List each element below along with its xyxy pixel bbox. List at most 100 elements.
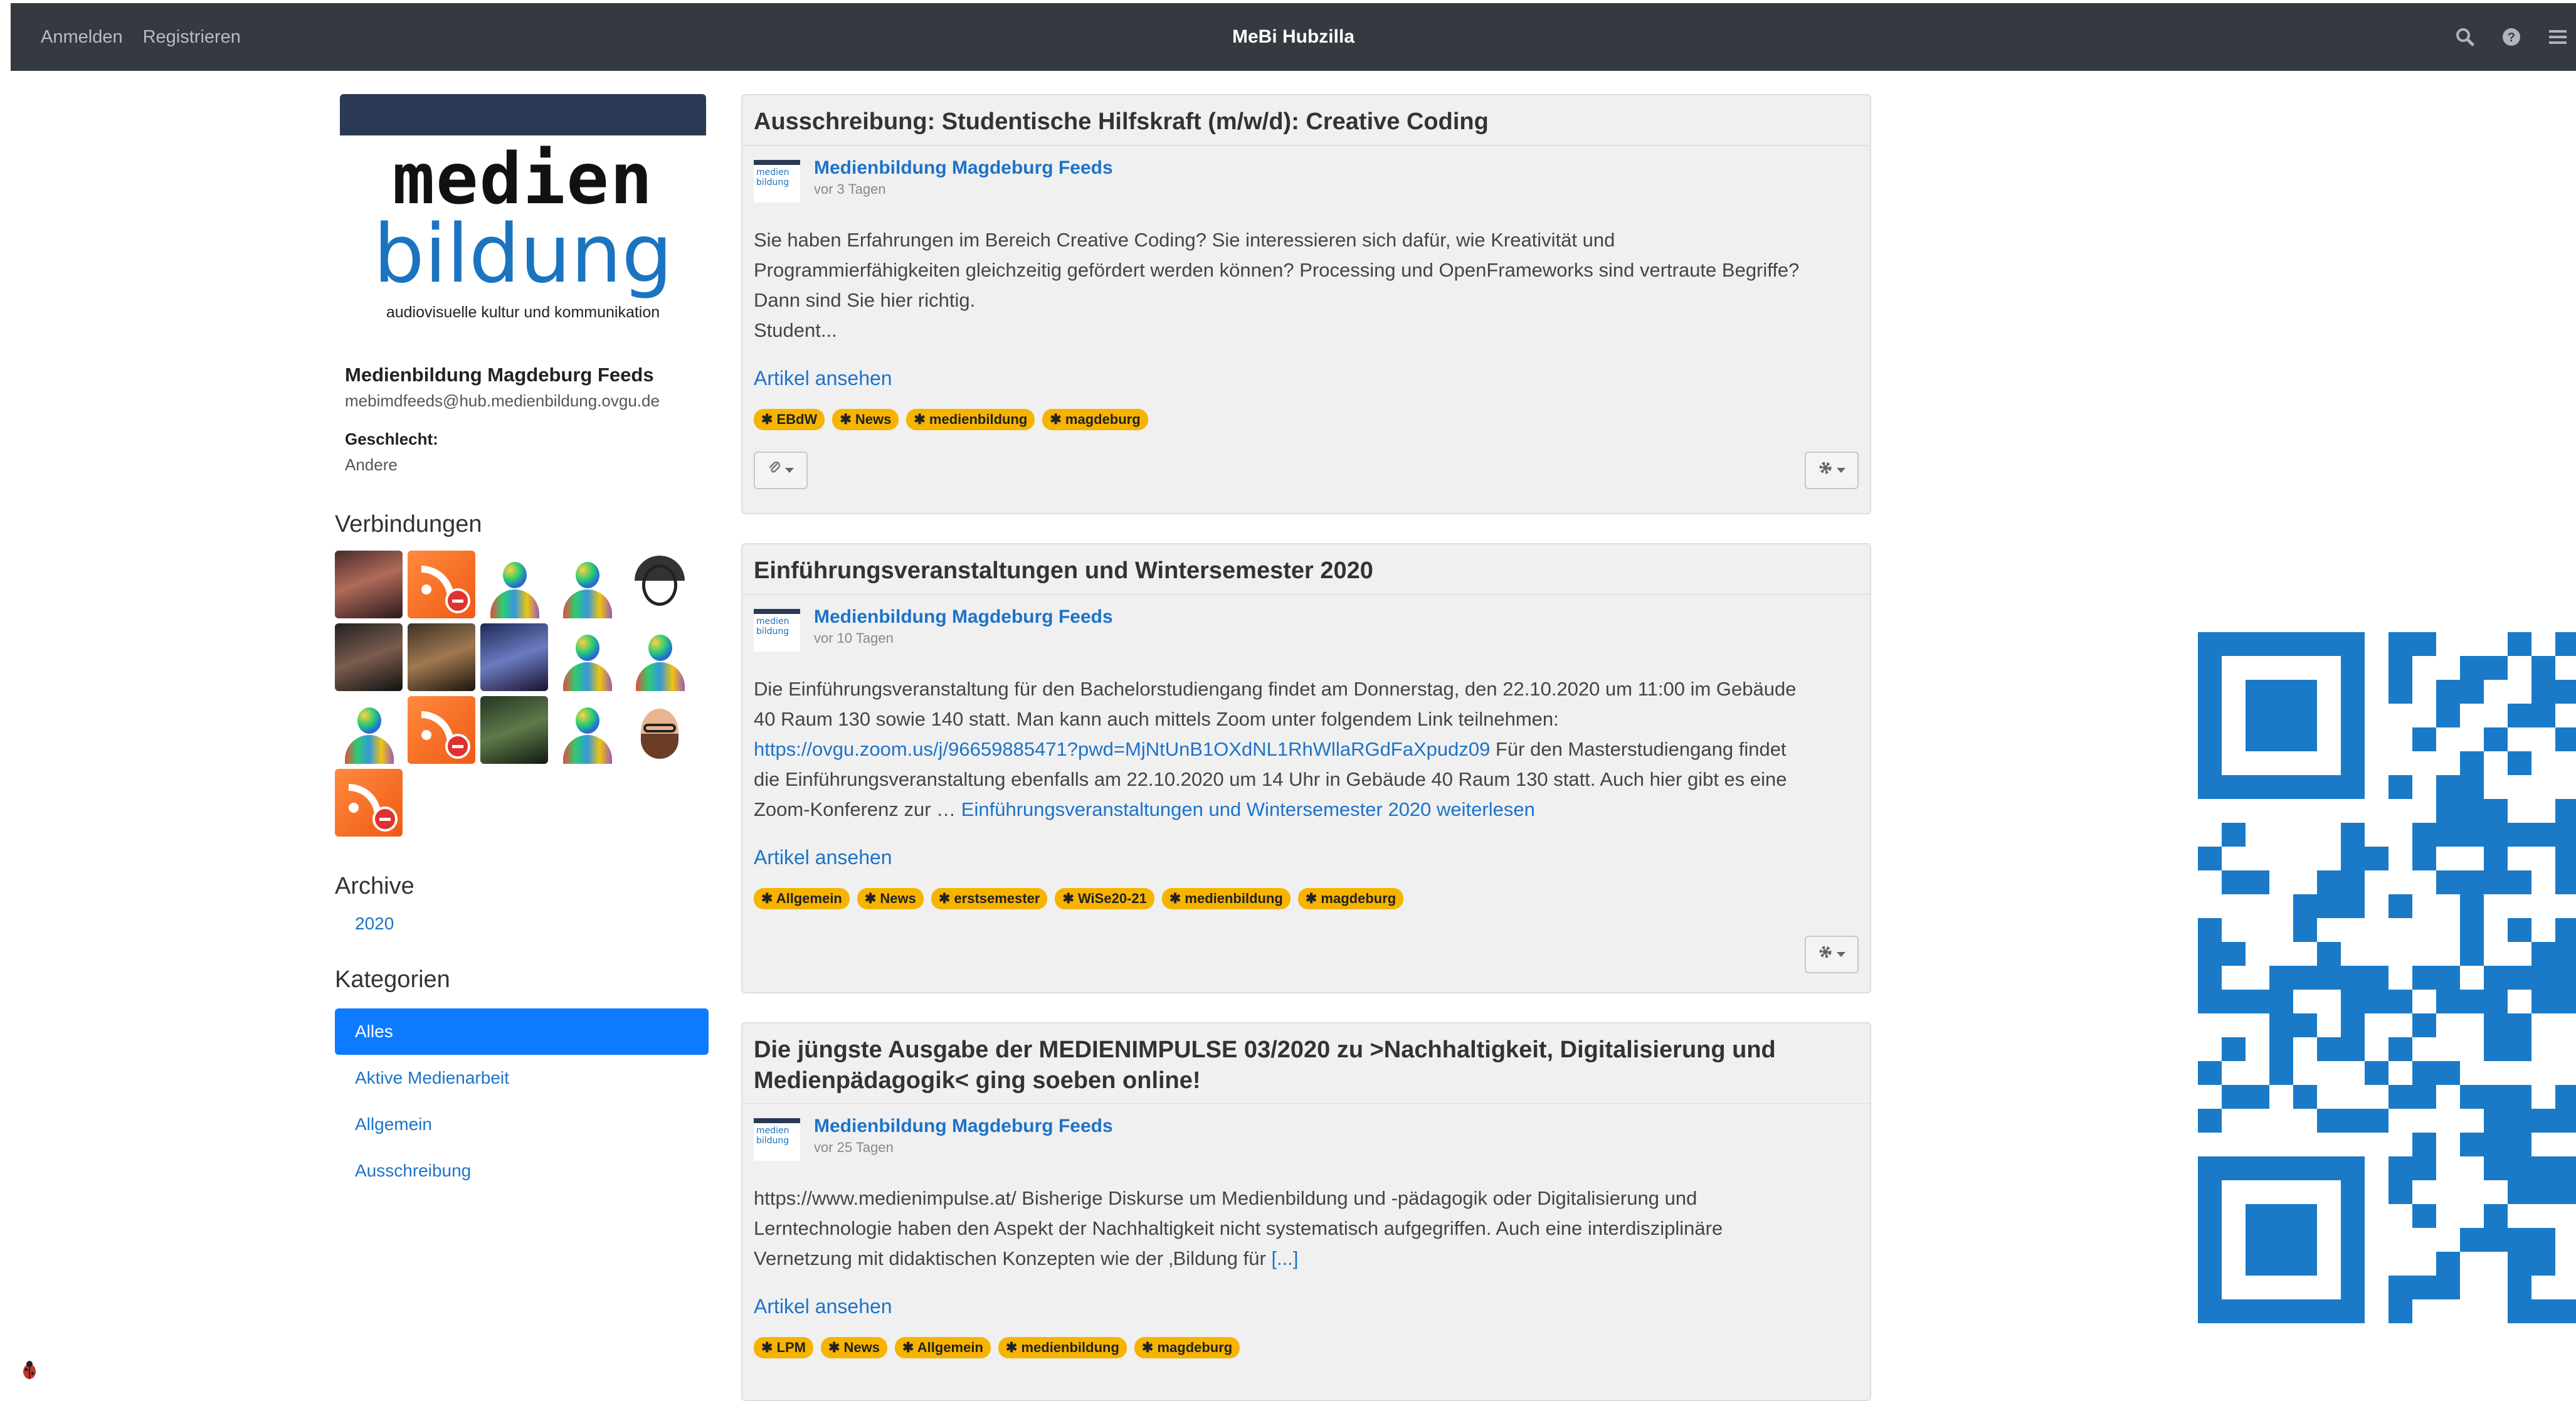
post-author-link[interactable]: Medienbildung Magdeburg Feeds: [814, 157, 1113, 179]
post-time: vor 25 Tagen: [814, 1139, 894, 1156]
connection-avatar[interactable]: [335, 551, 403, 618]
post-card: Ausschreibung: Studentische Hilfskraft (…: [741, 94, 1871, 514]
gear-icon: [1818, 944, 1833, 964]
profile-address: mebimdfeeds@hub.medienbildung.ovgu.de: [345, 391, 660, 410]
bug-icon[interactable]: [19, 1360, 40, 1384]
read-article-link[interactable]: Artikel ansehen: [754, 1295, 892, 1318]
menu-icon[interactable]: [2547, 26, 2568, 48]
attachment-dropdown-button[interactable]: [754, 451, 808, 489]
post-tags: ✱ Allgemein ✱ News ✱ erstsemester ✱ WiSe…: [754, 887, 1870, 909]
connection-avatar[interactable]: [553, 696, 621, 764]
search-icon[interactable]: [2454, 26, 2476, 48]
profile-cover: [340, 94, 706, 135]
tag[interactable]: ✱ magdeburg: [1297, 887, 1404, 909]
tag[interactable]: ✱ LPM: [754, 1337, 813, 1359]
post-tags: ✱ LPM ✱ News ✱ Allgemein ✱ medienbildung…: [754, 1337, 1870, 1359]
connection-avatar[interactable]: [626, 551, 694, 618]
more-link[interactable]: [...]: [1271, 1247, 1298, 1269]
category-ausschreibung[interactable]: Ausschreibung: [335, 1148, 709, 1194]
author-avatar[interactable]: medien bildung: [754, 1118, 800, 1161]
connection-avatar[interactable]: [480, 551, 548, 618]
gear-icon: [1818, 460, 1833, 480]
post-title[interactable]: Die jüngste Ausgabe der MEDIENIMPULSE 03…: [742, 1023, 1870, 1105]
post-title[interactable]: Einführungsveranstaltungen und Wintersem…: [742, 544, 1870, 595]
category-aktive-medienarbeit[interactable]: Aktive Medienarbeit: [335, 1055, 709, 1101]
connection-avatar[interactable]: [480, 696, 548, 764]
tag[interactable]: ✱ News: [857, 887, 924, 909]
post-settings-button[interactable]: [1805, 451, 1859, 489]
profile-card: medien bildung audiovisuelle kultur und …: [340, 94, 706, 475]
logo-text-top: medien: [392, 139, 654, 220]
connections-title: Verbindungen: [335, 511, 482, 537]
profile-name: Medienbildung Magdeburg Feeds: [345, 364, 654, 386]
help-icon[interactable]: ?: [2501, 26, 2522, 48]
connection-avatar[interactable]: [480, 623, 548, 691]
connection-avatar[interactable]: [408, 696, 475, 764]
tag[interactable]: ✱ magdeburg: [1134, 1337, 1240, 1359]
post-toolbar: [742, 935, 1870, 981]
tag[interactable]: ✱ EBdW: [754, 408, 825, 430]
connection-avatar[interactable]: [408, 623, 475, 691]
connection-avatar[interactable]: [553, 623, 621, 691]
tag[interactable]: ✱ News: [821, 1337, 888, 1359]
continue-reading-link[interactable]: Einführungsveranstaltungen und Wintersem…: [961, 798, 1535, 820]
post-time: vor 3 Tagen: [814, 181, 886, 197]
left-aside: medien bildung audiovisuelle kultur und …: [335, 94, 711, 1194]
paperclip-icon: [768, 460, 781, 480]
tag[interactable]: ✱ Allgemein: [754, 887, 850, 909]
category-all[interactable]: Alles: [335, 1008, 709, 1055]
tag[interactable]: ✱ medienbildung: [998, 1337, 1127, 1359]
connection-avatar[interactable]: [335, 696, 403, 764]
site-brand: MeBi Hubzilla: [1232, 26, 1354, 47]
connections-grid: [335, 551, 711, 837]
post-body: Sie haben Erfahrungen im Bereich Creativ…: [754, 228, 1800, 341]
connection-avatar[interactable]: [408, 551, 475, 618]
post-body: https://www.medienimpulse.at/ Bisherige …: [754, 1187, 1723, 1270]
caret-down-icon: [785, 467, 794, 473]
gender-value: Andere: [345, 455, 398, 474]
logo-text-main: bildung: [373, 208, 673, 301]
tag[interactable]: ✱ magdeburg: [1042, 408, 1148, 430]
category-allgemein[interactable]: Allgemein: [335, 1101, 709, 1148]
post-title[interactable]: Ausschreibung: Studentische Hilfskraft (…: [742, 95, 1870, 146]
post-card: Einführungsveranstaltungen und Wintersem…: [741, 543, 1871, 993]
post-author-link[interactable]: Medienbildung Magdeburg Feeds: [814, 606, 1113, 628]
read-article-link[interactable]: Artikel ansehen: [754, 367, 892, 390]
profile-logo[interactable]: medien bildung audiovisuelle kultur und …: [340, 135, 706, 349]
connection-avatar[interactable]: [626, 696, 694, 764]
login-link[interactable]: Anmelden: [41, 27, 123, 48]
connection-avatar[interactable]: [626, 623, 694, 691]
archive-year-link[interactable]: 2020: [355, 914, 711, 934]
tag[interactable]: ✱ News: [832, 408, 899, 430]
post-body: Die Einführungsveranstaltung für den Bac…: [754, 677, 1797, 820]
read-article-link[interactable]: Artikel ansehen: [754, 846, 892, 869]
zoom-link[interactable]: https://ovgu.zoom.us/j/96659885471?pwd=M…: [754, 738, 1490, 760]
connection-avatar[interactable]: [335, 623, 403, 691]
author-avatar[interactable]: medien bildung: [754, 608, 800, 652]
qr-code: [2198, 632, 2576, 1323]
register-link[interactable]: Registrieren: [143, 27, 241, 48]
caret-down-icon: [1837, 467, 1845, 473]
tag[interactable]: ✱ erstsemester: [931, 887, 1048, 909]
tag[interactable]: ✱ Allgemein: [895, 1337, 991, 1359]
post-tags: ✱ EBdW ✱ News ✱ medienbildung ✱ magdebur…: [754, 408, 1870, 430]
tag[interactable]: ✱ medienbildung: [906, 408, 1035, 430]
author-avatar[interactable]: medien bildung: [754, 159, 800, 203]
post-card: Die jüngste Ausgabe der MEDIENIMPULSE 03…: [741, 1022, 1871, 1401]
top-navbar: Anmelden Registrieren MeBi Hubzilla ?: [11, 3, 2576, 71]
tag[interactable]: ✱ medienbildung: [1161, 887, 1291, 909]
post-time: vor 10 Tagen: [814, 630, 894, 646]
post-toolbar: [742, 451, 1870, 497]
svg-text:?: ?: [2508, 31, 2515, 45]
post-settings-button[interactable]: [1805, 935, 1859, 973]
caret-down-icon: [1837, 951, 1845, 957]
categories-title: Kategorien: [335, 966, 450, 993]
tag[interactable]: ✱ WiSe20-21: [1055, 887, 1154, 909]
gender-label: Geschlecht:: [345, 430, 438, 448]
connection-avatar[interactable]: [553, 551, 621, 618]
category-list: Alles Aktive Medienarbeit Allgemein Auss…: [335, 1008, 709, 1194]
archive-title: Archive: [335, 873, 414, 899]
connection-avatar[interactable]: [335, 769, 403, 837]
post-author-link[interactable]: Medienbildung Magdeburg Feeds: [814, 1116, 1113, 1137]
logo-tagline: audiovisuelle kultur und kommunikation: [386, 304, 660, 321]
